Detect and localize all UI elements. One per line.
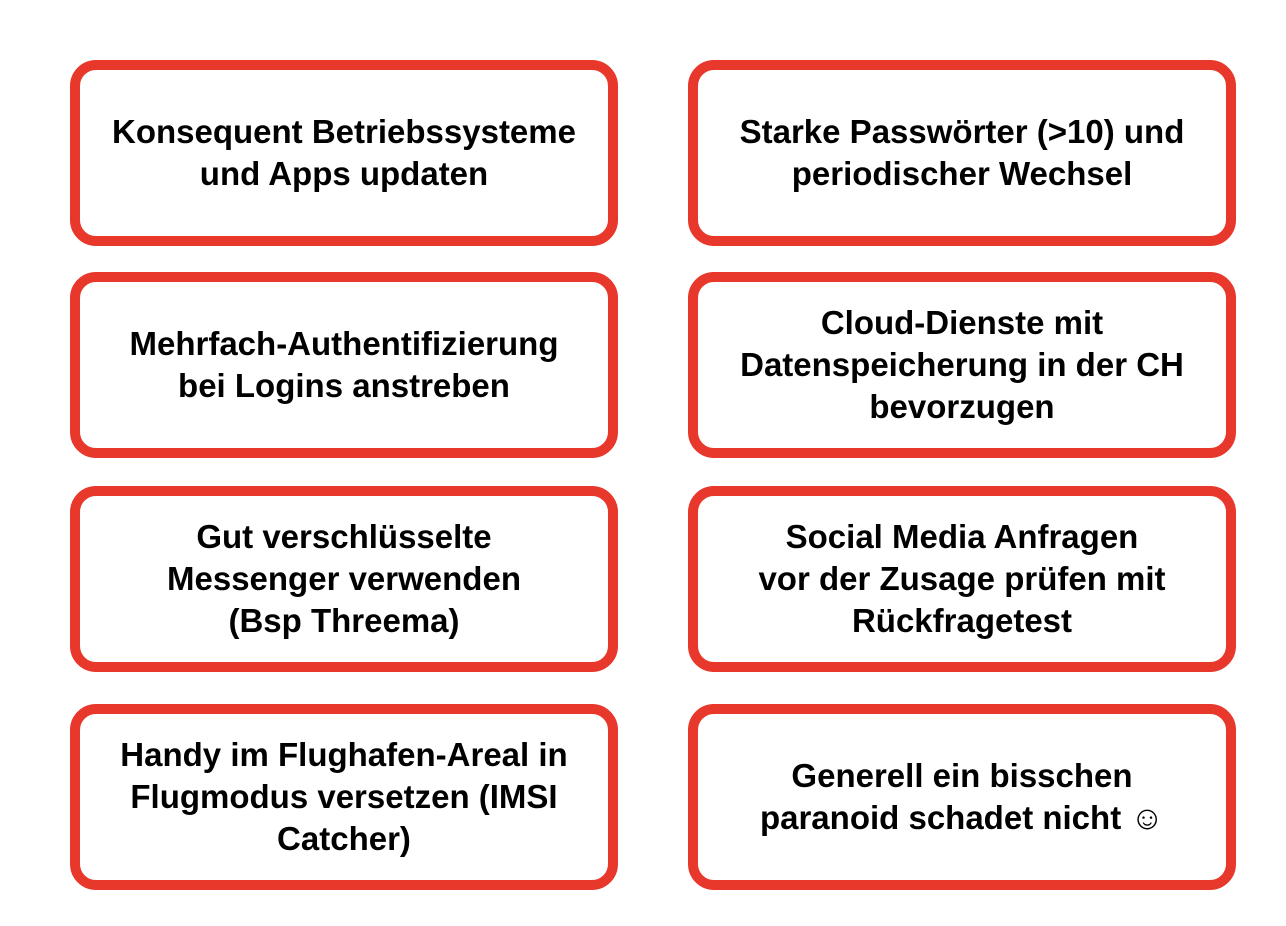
tip-card-text: Starke Passwörter (>10) und periodischer… — [739, 113, 1185, 192]
tip-card-text: Generell ein bisschen paranoid schadet n… — [759, 757, 1165, 836]
tip-card-update-systems: Konsequent Betriebssysteme und Apps upda… — [70, 60, 618, 246]
tip-card-cloud-services: Cloud-Dienste mit Datenspeicherung in de… — [688, 272, 1236, 458]
tip-card-text: Mehrfach-Authentifizierung bei Logins an… — [129, 325, 559, 404]
tip-card-text: Gut verschlüsselte Messenger verwenden (… — [167, 518, 521, 639]
tip-card-text: Konsequent Betriebssysteme und Apps upda… — [112, 113, 576, 192]
tip-card-flight-mode: Handy im Flughafen-Areal in Flugmodus ve… — [70, 704, 618, 890]
tip-card-paranoid: Generell ein bisschen paranoid schadet n… — [688, 704, 1236, 890]
tip-card-text: Social Media Anfragen vor der Zusage prü… — [758, 518, 1166, 639]
tip-card-text: Handy im Flughafen-Areal in Flugmodus ve… — [120, 736, 568, 857]
tip-card-encrypted-messenger: Gut verschlüsselte Messenger verwenden (… — [70, 486, 618, 672]
tip-card-strong-passwords: Starke Passwörter (>10) und periodischer… — [688, 60, 1236, 246]
tip-card-text: Cloud-Dienste mit Datenspeicherung in de… — [740, 304, 1184, 425]
tip-card-multi-factor-auth: Mehrfach-Authentifizierung bei Logins an… — [70, 272, 618, 458]
tip-card-social-media-requests: Social Media Anfragen vor der Zusage prü… — [688, 486, 1236, 672]
